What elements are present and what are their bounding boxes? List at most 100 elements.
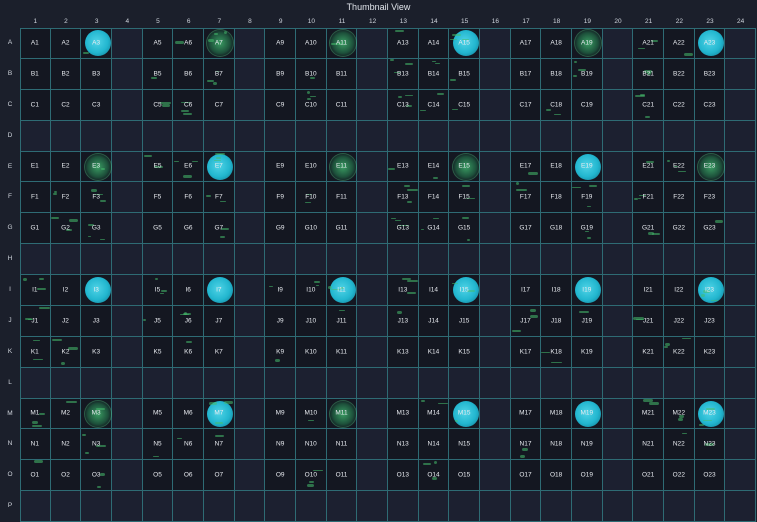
well-E19[interactable]: E19 xyxy=(572,151,603,183)
well-N21[interactable]: N21 xyxy=(633,429,664,461)
well-O13[interactable]: O13 xyxy=(388,460,419,492)
well-B6[interactable]: B6 xyxy=(173,58,204,90)
well-F3[interactable]: F3 xyxy=(81,182,112,214)
well-empty[interactable] xyxy=(173,244,204,275)
well-K15[interactable]: K15 xyxy=(449,336,480,368)
column-header-21[interactable]: 21 xyxy=(633,18,664,25)
well-I17[interactable]: I17 xyxy=(510,275,542,306)
well-empty[interactable] xyxy=(112,182,143,214)
well-empty[interactable] xyxy=(449,120,480,152)
well-B17[interactable]: B17 xyxy=(510,58,542,90)
well-E6[interactable]: E6 xyxy=(173,151,204,183)
well-empty[interactable] xyxy=(296,367,327,399)
row-header-G[interactable]: G xyxy=(0,213,20,244)
well-empty[interactable] xyxy=(480,58,511,90)
well-empty[interactable] xyxy=(480,28,511,59)
well-G17[interactable]: G17 xyxy=(510,213,542,245)
well-empty[interactable] xyxy=(357,244,388,275)
well-C9[interactable]: C9 xyxy=(265,89,296,121)
well-empty[interactable] xyxy=(173,491,204,522)
well-empty[interactable] xyxy=(449,367,480,399)
well-A13[interactable]: A13 xyxy=(388,28,419,59)
well-empty[interactable] xyxy=(725,213,756,245)
well-I3[interactable]: I3 xyxy=(81,275,112,306)
well-empty[interactable] xyxy=(357,429,388,461)
well-M21[interactable]: M21 xyxy=(633,398,664,430)
well-N3[interactable]: N3 xyxy=(81,429,112,461)
well-empty[interactable] xyxy=(326,244,358,275)
well-empty[interactable] xyxy=(112,275,143,306)
well-G7[interactable]: G7 xyxy=(204,213,235,245)
well-G3[interactable]: G3 xyxy=(81,213,112,245)
well-K10[interactable]: K10 xyxy=(296,336,327,368)
well-I19[interactable]: I19 xyxy=(572,275,603,306)
well-E9[interactable]: E9 xyxy=(265,151,296,183)
well-K21[interactable]: K21 xyxy=(633,336,664,368)
well-M19[interactable]: M19 xyxy=(572,398,603,430)
well-G6[interactable]: G6 xyxy=(173,213,204,245)
well-empty[interactable] xyxy=(234,28,266,59)
well-empty[interactable] xyxy=(234,336,266,368)
well-empty[interactable] xyxy=(602,336,634,368)
well-I1[interactable]: I1 xyxy=(20,275,51,306)
well-C7[interactable]: C7 xyxy=(204,89,235,121)
well-E21[interactable]: E21 xyxy=(633,151,664,183)
well-empty[interactable] xyxy=(112,58,143,90)
well-empty[interactable] xyxy=(112,367,143,399)
well-O18[interactable]: O18 xyxy=(541,460,572,492)
well-C3[interactable]: C3 xyxy=(81,89,112,121)
well-A18[interactable]: A18 xyxy=(541,28,572,59)
well-empty[interactable] xyxy=(602,151,634,183)
well-M1[interactable]: M1 xyxy=(20,398,51,430)
well-empty[interactable] xyxy=(357,398,388,430)
well-empty[interactable] xyxy=(234,367,266,399)
well-M5[interactable]: M5 xyxy=(142,398,174,430)
well-empty[interactable] xyxy=(265,491,296,522)
well-F17[interactable]: F17 xyxy=(510,182,542,214)
well-J7[interactable]: J7 xyxy=(204,305,235,337)
well-F6[interactable]: F6 xyxy=(173,182,204,214)
well-empty[interactable] xyxy=(142,244,174,275)
well-I11[interactable]: I11 xyxy=(326,275,358,306)
row-header-P[interactable]: P xyxy=(0,491,20,522)
well-empty[interactable] xyxy=(480,244,511,275)
well-B5[interactable]: B5 xyxy=(142,58,174,90)
row-header-F[interactable]: F xyxy=(0,182,20,213)
well-F23[interactable]: F23 xyxy=(694,182,726,214)
well-J22[interactable]: J22 xyxy=(664,305,695,337)
well-empty[interactable] xyxy=(265,120,296,152)
well-empty[interactable] xyxy=(234,182,266,214)
well-F7[interactable]: F7 xyxy=(204,182,235,214)
row-header-C[interactable]: C xyxy=(0,90,20,121)
well-G13[interactable]: G13 xyxy=(388,213,419,245)
well-empty[interactable] xyxy=(204,491,235,522)
well-empty[interactable] xyxy=(234,89,266,121)
well-empty[interactable] xyxy=(602,305,634,337)
well-I6[interactable]: I6 xyxy=(173,275,204,306)
well-O19[interactable]: O19 xyxy=(572,460,603,492)
well-N17[interactable]: N17 xyxy=(510,429,542,461)
column-header-24[interactable]: 24 xyxy=(725,18,756,25)
well-J3[interactable]: J3 xyxy=(81,305,112,337)
well-O14[interactable]: O14 xyxy=(418,460,450,492)
well-O6[interactable]: O6 xyxy=(173,460,204,492)
well-O2[interactable]: O2 xyxy=(50,460,82,492)
well-C6[interactable]: C6 xyxy=(173,89,204,121)
well-E18[interactable]: E18 xyxy=(541,151,572,183)
well-empty[interactable] xyxy=(142,120,174,152)
well-empty[interactable] xyxy=(234,58,266,90)
well-empty[interactable] xyxy=(204,367,235,399)
well-M9[interactable]: M9 xyxy=(265,398,296,430)
well-empty[interactable] xyxy=(480,460,511,492)
well-empty[interactable] xyxy=(602,213,634,245)
well-empty[interactable] xyxy=(572,367,603,399)
column-header-17[interactable]: 17 xyxy=(511,18,542,25)
well-A22[interactable]: A22 xyxy=(664,28,695,59)
well-A21[interactable]: A21 xyxy=(633,28,664,59)
well-empty[interactable] xyxy=(234,120,266,152)
well-A19[interactable]: A19 xyxy=(572,28,603,59)
well-M3[interactable]: M3 xyxy=(81,398,112,430)
well-J1[interactable]: J1 xyxy=(20,305,51,337)
well-empty[interactable] xyxy=(541,120,572,152)
well-empty[interactable] xyxy=(357,336,388,368)
